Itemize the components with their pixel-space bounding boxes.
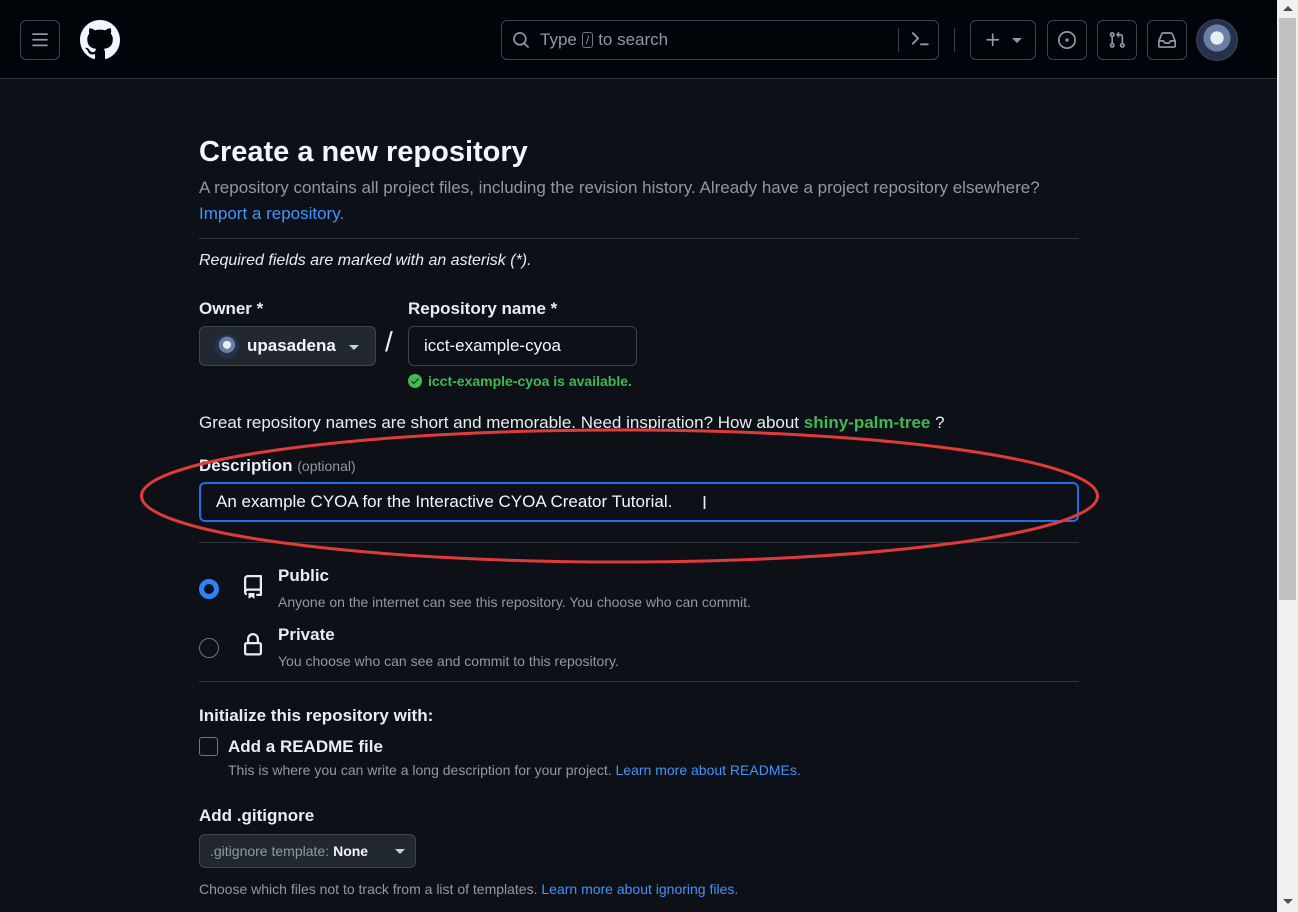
divider (199, 542, 1079, 543)
create-new-button[interactable] (970, 20, 1036, 60)
private-radio[interactable] (199, 638, 219, 658)
public-radio[interactable] (199, 579, 219, 599)
readme-checkbox[interactable] (199, 737, 218, 756)
hamburger-menu-icon (32, 33, 48, 47)
chevron-down-icon (395, 849, 405, 854)
divider (199, 681, 1079, 682)
scroll-up-arrow-icon[interactable] (1283, 6, 1293, 11)
search-placeholder-prefix: Type (540, 30, 577, 49)
scrollbar-thumb[interactable] (1279, 18, 1296, 600)
repo-icon (244, 575, 262, 599)
suggested-name-button[interactable]: shiny-palm-tree (804, 413, 931, 432)
git-pull-request-icon (1109, 31, 1125, 48)
owner-repo-separator: / (385, 326, 393, 357)
open-menu-button[interactable] (20, 20, 60, 60)
repository-name-label: Repository name * (408, 299, 558, 318)
page-scrollbar[interactable] (1277, 0, 1298, 912)
lock-icon (244, 633, 262, 656)
page-lead-text: A repository contains all project files,… (199, 178, 1040, 197)
header-divider (954, 28, 955, 52)
readme-description-text: This is where you can write a long descr… (228, 762, 612, 778)
gitignore-template-prefix: .gitignore template: (210, 843, 330, 859)
page-title: Create a new repository (199, 136, 528, 168)
search-input[interactable]: Type / to search (501, 20, 939, 60)
user-avatar[interactable] (1196, 19, 1238, 61)
public-title: Public (278, 566, 330, 585)
gitignore-template-select[interactable]: .gitignore template: None (199, 834, 416, 868)
gitignore-description: Choose which files not to track from a l… (199, 881, 738, 897)
notifications-button[interactable] (1147, 20, 1187, 60)
github-home-link[interactable] (80, 20, 120, 60)
private-description: You choose who can see and commit to thi… (278, 653, 619, 669)
private-title: Private (278, 625, 335, 644)
github-logo-icon (80, 20, 120, 60)
owner-avatar (215, 334, 239, 358)
divider (199, 238, 1079, 239)
learn-more-ignoring-files-link[interactable]: Learn more about ignoring files. (541, 881, 738, 897)
search-icon (512, 31, 530, 49)
scroll-down-arrow-icon[interactable] (1283, 899, 1293, 904)
search-placeholder-suffix: to search (598, 30, 669, 49)
chevron-down-icon (349, 345, 359, 350)
optional-hint: (optional) (297, 458, 356, 474)
gitignore-title: Add .gitignore (199, 806, 315, 825)
inbox-icon (1158, 32, 1176, 48)
suggestion-suffix: ? (935, 413, 945, 432)
description-input[interactable] (199, 482, 1079, 522)
search-shortcut-key: / (581, 32, 594, 48)
readme-description: This is where you can write a long descr… (228, 762, 801, 778)
issue-opened-icon (1058, 31, 1076, 49)
chevron-down-icon (1012, 37, 1022, 43)
text-cursor-icon: Ι (702, 493, 708, 513)
suggestion-text: Great repository names are short and mem… (199, 413, 800, 432)
readme-label[interactable]: Add a README file (228, 737, 383, 757)
owner-label: Owner * (199, 299, 264, 318)
import-repository-link[interactable]: Import a repository. (199, 204, 344, 224)
app-header: Type / to search (0, 0, 1277, 79)
pull-requests-button[interactable] (1097, 20, 1137, 60)
gitignore-description-text: Choose which files not to track from a l… (199, 881, 538, 897)
search-divider (898, 28, 899, 52)
initialize-title: Initialize this repository with: (199, 706, 434, 725)
learn-more-readmes-link[interactable]: Learn more about READMEs. (616, 762, 801, 778)
description-label-text: Description (199, 456, 293, 475)
name-suggestion: Great repository names are short and mem… (199, 413, 945, 433)
plus-icon (986, 33, 1000, 47)
public-description: Anyone on the internet can see this repo… (278, 594, 751, 610)
description-label: Description (optional) (199, 456, 356, 476)
check-circle-icon (408, 374, 422, 388)
command-palette-icon[interactable] (910, 29, 930, 49)
gitignore-template-value: None (333, 843, 369, 859)
availability-message: icct-example-cyoa is available. (408, 373, 632, 389)
owner-select[interactable]: upasadena (199, 326, 376, 366)
owner-value: upasadena (247, 336, 336, 355)
repository-name-input[interactable] (408, 326, 637, 366)
required-fields-note: Required fields are marked with an aster… (199, 252, 532, 269)
availability-text: icct-example-cyoa is available. (428, 373, 632, 389)
issues-button[interactable] (1047, 20, 1087, 60)
